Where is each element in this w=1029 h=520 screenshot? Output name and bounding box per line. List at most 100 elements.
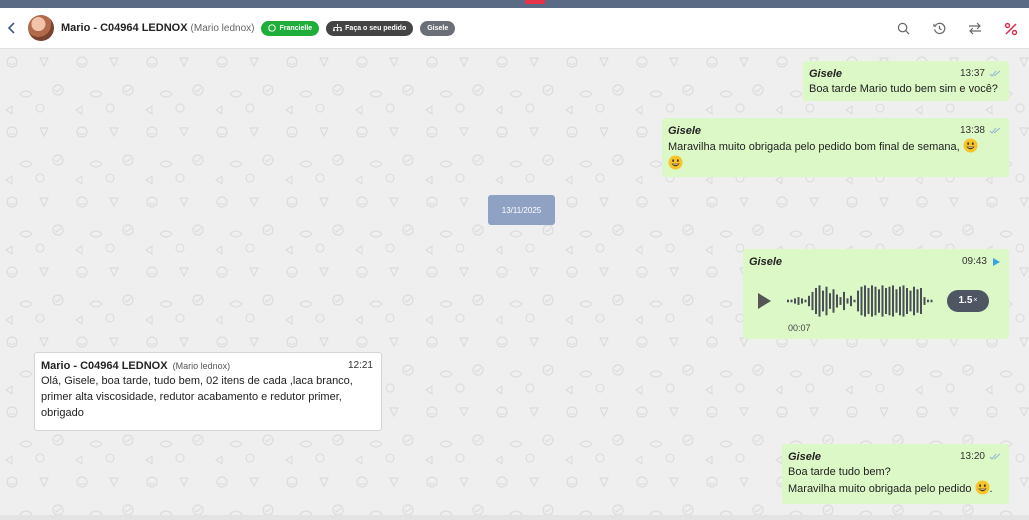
header-actions bbox=[885, 8, 1029, 49]
message-author-block: Mario - C04964 LEDNOX (Mario lednox) bbox=[41, 358, 230, 374]
message-time: 13:20 bbox=[959, 450, 985, 462]
message-header: Mario - C04964 LEDNOX (Mario lednox) 12:… bbox=[41, 358, 373, 373]
percent-button[interactable] bbox=[993, 8, 1029, 49]
tag-faca-pedido[interactable]: Faça o seu pedido bbox=[326, 20, 414, 36]
message-header: Gisele 13:20 bbox=[788, 449, 1001, 464]
message-author: Gisele bbox=[809, 67, 843, 80]
message-outgoing[interactable]: Gisele 13:38 Maravilha muito obrigada pe… bbox=[662, 118, 1009, 177]
message-time: 12:21 bbox=[347, 359, 373, 371]
waveform-bar bbox=[923, 297, 926, 305]
play-small-icon bbox=[993, 257, 1000, 266]
waveform-bar bbox=[808, 295, 810, 307]
top-strip bbox=[0, 0, 1029, 8]
tag-label: Francielle bbox=[279, 24, 313, 32]
percent-icon bbox=[1004, 22, 1018, 35]
tag-label: Gisele bbox=[427, 24, 449, 32]
sitemap-icon bbox=[333, 24, 343, 32]
message-meta: 13:20 bbox=[960, 449, 1001, 465]
chevron-left-icon bbox=[7, 22, 15, 34]
waveform-bar bbox=[839, 297, 842, 305]
chat-area[interactable]: Gisele 13:37 Boa tarde Mario tudo bem si… bbox=[0, 50, 1029, 520]
search-button[interactable] bbox=[885, 8, 921, 49]
top-accent bbox=[525, 0, 545, 4]
history-button[interactable] bbox=[921, 8, 957, 49]
waveform-bar bbox=[846, 298, 849, 304]
message-time: 09:43 bbox=[961, 255, 987, 267]
contact-name[interactable]: Mario - C04964 LEDNOX bbox=[61, 22, 188, 34]
message-line: Olá, Gisele, boa tarde, tudo bem, 02 ite… bbox=[41, 375, 353, 387]
whatsapp-icon bbox=[268, 24, 277, 32]
bottom-bar bbox=[0, 515, 1029, 520]
message-time: 13:37 bbox=[959, 67, 985, 79]
message-incoming[interactable]: Mario - C04964 LEDNOX (Mario lednox) 12:… bbox=[34, 352, 382, 431]
message-line: primer alta viscosidade, redutor acabame… bbox=[41, 391, 342, 403]
waveform-bar bbox=[888, 286, 891, 316]
message-meta: 09:43 bbox=[962, 254, 1001, 270]
search-icon bbox=[897, 22, 909, 35]
waveform-bar bbox=[836, 294, 838, 308]
message-header: Gisele 09:43 bbox=[749, 254, 1001, 269]
message-meta: 12:21 bbox=[348, 358, 373, 374]
transfer-button[interactable] bbox=[957, 8, 993, 49]
message-line-with-emoji: Maravilha muito obrigada pelo pedido . bbox=[788, 480, 1001, 497]
waveform-bar bbox=[794, 298, 796, 304]
message-author: Gisele bbox=[668, 124, 702, 137]
speed-value: 1.5 bbox=[958, 295, 973, 306]
speed-suffix: × bbox=[973, 297, 978, 304]
message-header: Gisele 13:38 bbox=[668, 123, 1001, 138]
waveform-bar bbox=[790, 299, 793, 303]
date-separator: 13/11/2025 bbox=[488, 195, 555, 225]
message-author: Gisele bbox=[749, 255, 783, 268]
waveform-bar bbox=[811, 291, 814, 311]
tag-label: Faça o seu pedido bbox=[345, 24, 407, 32]
waveform-bar bbox=[853, 299, 856, 303]
waveform-bar bbox=[909, 290, 912, 312]
message-author: Gisele bbox=[788, 450, 822, 463]
avatar[interactable] bbox=[28, 15, 54, 41]
waveform-bar bbox=[822, 290, 824, 312]
waveform-bar bbox=[878, 289, 880, 313]
waveform-bar bbox=[895, 289, 898, 313]
message-line: Maravilha muito obrigada pelo pedido bbox=[788, 483, 972, 495]
back-button[interactable] bbox=[0, 8, 22, 49]
waveform-bar bbox=[899, 286, 901, 316]
waveform-bar bbox=[804, 299, 807, 303]
waveform-bar bbox=[825, 286, 828, 316]
waveform-bar bbox=[927, 299, 929, 303]
playback-speed-button[interactable]: 1.5 × bbox=[947, 290, 989, 312]
waveform-bar bbox=[874, 286, 877, 316]
waveform-bar bbox=[787, 299, 789, 303]
double-check-icon bbox=[989, 453, 1001, 460]
waveform-bar bbox=[857, 290, 859, 312]
waveform-bar bbox=[860, 286, 863, 316]
tag-gisele[interactable]: Gisele bbox=[420, 20, 456, 36]
message-meta: 13:38 bbox=[960, 123, 1001, 139]
waveform-bar bbox=[930, 299, 933, 303]
message-line: Boa tarde tudo bem? bbox=[788, 466, 891, 478]
waveform-bar bbox=[885, 288, 887, 314]
waveform-bar bbox=[881, 285, 884, 317]
audio-waveform[interactable] bbox=[787, 284, 939, 318]
waveform-bar bbox=[797, 297, 800, 305]
message-body: Maravilha muito obrigada pelo pedido bom… bbox=[668, 138, 1001, 172]
message-trailing: . bbox=[989, 483, 993, 495]
message-line: obrigado bbox=[41, 407, 84, 419]
double-check-icon bbox=[989, 70, 1001, 77]
message-header: Gisele 13:37 bbox=[809, 66, 1001, 81]
double-check-icon bbox=[989, 127, 1001, 134]
waveform-bar bbox=[801, 298, 803, 304]
tag-francielle[interactable]: Francielle bbox=[261, 20, 320, 36]
waveform-bar bbox=[892, 285, 894, 317]
play-button[interactable] bbox=[756, 292, 772, 310]
message-outgoing[interactable]: Gisele 13:20 Boa tarde tudo bem? Maravil… bbox=[782, 444, 1009, 504]
waveform-bar bbox=[920, 288, 922, 314]
message-text: Maravilha muito obrigada pelo pedido bom… bbox=[668, 141, 960, 153]
contact-subtitle: (Mario lednox) bbox=[190, 22, 255, 34]
chat-header: Mario - C04964 LEDNOX (Mario lednox) Fra… bbox=[0, 8, 1029, 49]
message-audio[interactable]: Gisele 09:43 1.5 × 00:07 bbox=[743, 249, 1009, 339]
waveform-bar bbox=[832, 289, 835, 313]
waveform-bar bbox=[850, 295, 852, 307]
message-outgoing[interactable]: Gisele 13:37 Boa tarde Mario tudo bem si… bbox=[803, 61, 1009, 101]
waveform-bar bbox=[818, 285, 821, 317]
grinning-face-icon bbox=[974, 480, 990, 495]
